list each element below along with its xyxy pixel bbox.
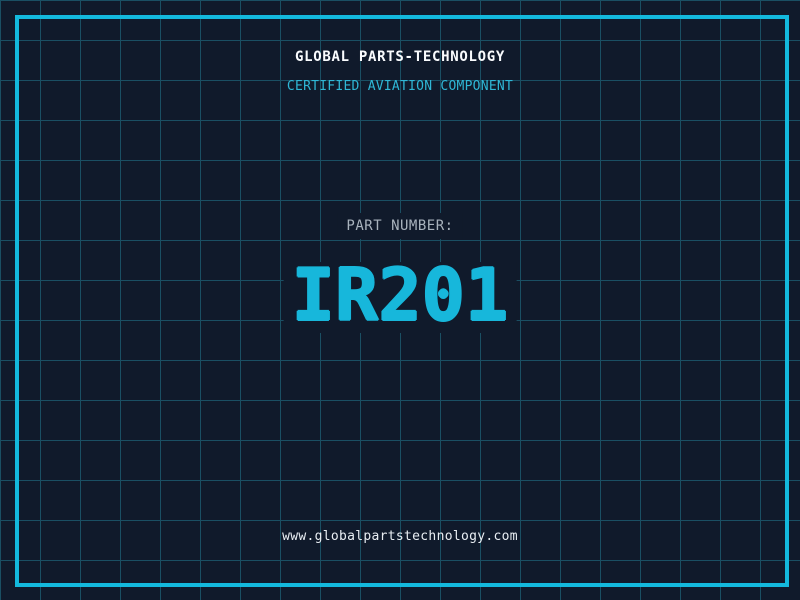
certification-subtitle: CERTIFIED AVIATION COMPONENT <box>286 79 514 94</box>
part-number-value: IR201 <box>283 259 517 333</box>
part-label-screen: GLOBAL PARTS-TECHNOLOGY CERTIFIED AVIATI… <box>0 0 800 600</box>
website-url: www.globalpartstechnology.com <box>282 529 518 544</box>
part-number-label: PART NUMBER: <box>337 213 463 239</box>
company-name: GLOBAL PARTS-TECHNOLOGY <box>295 49 505 65</box>
